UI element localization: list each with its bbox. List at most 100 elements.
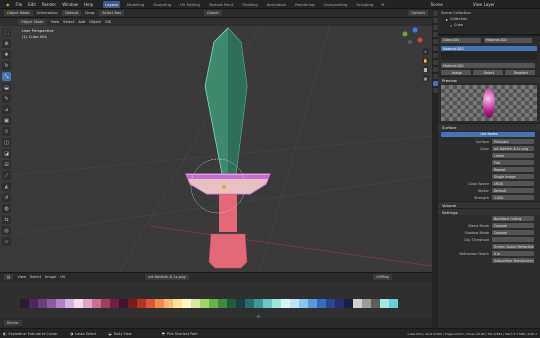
shrink-icon[interactable]: ◎ — [2, 226, 11, 235]
palette-swatch[interactable] — [389, 299, 398, 308]
settings-panel-header[interactable]: Settings — [438, 208, 540, 215]
palette-swatch[interactable] — [65, 299, 74, 308]
outliner-item[interactable]: ▿ Cube — [438, 22, 540, 28]
scene-tab-icon[interactable] — [432, 39, 438, 44]
menu-select[interactable]: Select — [63, 20, 74, 24]
menu-add[interactable]: Add — [78, 20, 85, 24]
palette-swatch[interactable] — [380, 299, 389, 308]
palette-swatch[interactable] — [182, 299, 191, 308]
grid-icon[interactable]: ▦ — [422, 75, 429, 82]
menu-gis[interactable]: GIS — [105, 20, 111, 24]
constraint-tab-icon[interactable] — [432, 67, 438, 72]
property-field[interactable]: Subsurface Translucency — [492, 258, 534, 263]
mode-dropdown[interactable]: Object Mode — [4, 10, 33, 16]
palette-swatch[interactable] — [317, 299, 326, 308]
tab-shading[interactable]: Shading — [240, 1, 259, 8]
tab-texture-paint[interactable]: Texture Paint — [207, 1, 236, 8]
output-tab-icon[interactable] — [432, 25, 438, 30]
palette-swatch[interactable] — [128, 299, 137, 308]
palette-swatch[interactable] — [20, 299, 29, 308]
extrude-icon[interactable]: ⇧ — [2, 127, 11, 136]
material-name-field[interactable]: Material.002 — [441, 63, 535, 68]
use-nodes-button[interactable]: Use Nodes — [441, 131, 535, 137]
blender-logo-icon[interactable]: ◉ — [6, 2, 10, 7]
add-workspace-icon[interactable]: + — [381, 2, 384, 7]
3d-viewport[interactable]: User Perspective (1) Cube.004 ⌕ ✋ ◙ ▦ — [0, 26, 432, 272]
shear-icon[interactable]: ▱ — [2, 237, 11, 246]
outliner-collection[interactable]: Collection — [450, 17, 467, 21]
scene-selector[interactable]: Scene — [431, 2, 443, 7]
palette-swatch[interactable] — [308, 299, 317, 308]
palette-swatch[interactable] — [56, 299, 65, 308]
palette-swatch[interactable] — [137, 299, 146, 308]
object-mode-button[interactable]: Object Mode — [18, 19, 47, 25]
inset-icon[interactable]: ◫ — [2, 138, 11, 147]
menu-view[interactable]: View — [51, 20, 60, 24]
menu-img-uv[interactable]: UV — [60, 275, 65, 279]
tab-animation[interactable]: Animation — [265, 1, 288, 8]
palette-swatch[interactable] — [281, 299, 290, 308]
palette-swatch[interactable] — [218, 299, 227, 308]
tool-tab-icon[interactable] — [432, 11, 438, 16]
tab-modeling[interactable]: Modeling — [125, 1, 146, 8]
footer-field[interactable]: Render — [4, 320, 22, 326]
menu-window[interactable]: Window — [62, 2, 78, 7]
image-editor-area[interactable]: ✛ — [0, 281, 432, 321]
property-field[interactable]: sRGB — [492, 181, 534, 186]
palette-swatch[interactable] — [326, 299, 335, 308]
palette-swatch[interactable] — [353, 299, 362, 308]
rotate-icon[interactable]: ↻ — [2, 61, 11, 70]
menu-img-view[interactable]: View — [17, 275, 26, 279]
annotate-icon[interactable]: ✎ — [2, 94, 11, 103]
material-slot-list[interactable]: Material.003 — [441, 46, 537, 60]
view-layer-tab-icon[interactable] — [432, 32, 438, 37]
surface-panel-header[interactable]: Surface — [438, 123, 540, 130]
tab-sculpting[interactable]: Sculpting — [151, 1, 173, 8]
zoom-icon[interactable]: ⌕ — [422, 48, 429, 55]
property-field[interactable]: art-faketrik-8.1x.png — [492, 146, 534, 151]
render-tab-icon[interactable] — [432, 18, 438, 23]
palette-swatch[interactable] — [299, 299, 308, 308]
scale-icon[interactable]: ⤡ — [2, 72, 11, 81]
modifier-tab-icon[interactable] — [432, 60, 438, 65]
transform-icon[interactable]: ⬓ — [2, 83, 11, 92]
palette-swatch[interactable] — [92, 299, 101, 308]
property-field[interactable]: Emission — [492, 139, 534, 144]
tab-rendering[interactable]: Rendering — [293, 1, 316, 8]
material-tab-icon[interactable] — [432, 81, 438, 86]
image-name-field[interactable]: art-faketrik-8.1x.png — [145, 274, 189, 280]
property-field[interactable]: Flat — [492, 160, 534, 165]
palette-swatch[interactable] — [272, 299, 281, 308]
palette-swatch[interactable] — [101, 299, 110, 308]
menu-img-select[interactable]: Select — [30, 275, 41, 279]
menu-file[interactable]: File — [16, 2, 23, 7]
edge-slide-icon[interactable]: ⇆ — [2, 215, 11, 224]
property-field[interactable]: Single Image — [492, 174, 534, 179]
preview-panel-header[interactable]: Preview — [438, 76, 540, 83]
palette-swatch[interactable] — [236, 299, 245, 308]
palette-swatch[interactable] — [344, 299, 353, 308]
palette-swatch[interactable] — [146, 299, 155, 308]
drag-dropdown[interactable]: Select Box — [99, 10, 125, 16]
tab-uv-editing[interactable]: UV Editing — [178, 1, 202, 8]
palette-swatch[interactable] — [47, 299, 56, 308]
tab-layout[interactable]: Layout — [103, 0, 121, 8]
smooth-icon[interactable]: ◍ — [2, 204, 11, 213]
palette-swatch[interactable] — [263, 299, 272, 308]
palette-swatch[interactable] — [200, 299, 209, 308]
palette-swatch[interactable] — [29, 299, 38, 308]
property-field[interactable]: Backface Culling — [492, 216, 534, 221]
property-field[interactable]: Repeat — [492, 167, 534, 172]
palette-swatch[interactable] — [83, 299, 92, 308]
move-icon[interactable]: ✥ — [2, 50, 11, 59]
palette-swatch[interactable] — [245, 299, 254, 308]
property-field[interactable]: Opaque — [492, 223, 534, 228]
menu-edit[interactable]: Edit — [28, 2, 36, 7]
palette-swatch[interactable] — [164, 299, 173, 308]
palette-swatch[interactable] — [191, 299, 200, 308]
property-field[interactable] — [492, 237, 534, 242]
data-tab-icon[interactable] — [432, 74, 438, 79]
hand-icon[interactable]: ✋ — [422, 57, 429, 64]
palette-swatch[interactable] — [155, 299, 164, 308]
property-field[interactable]: Default — [492, 188, 534, 193]
